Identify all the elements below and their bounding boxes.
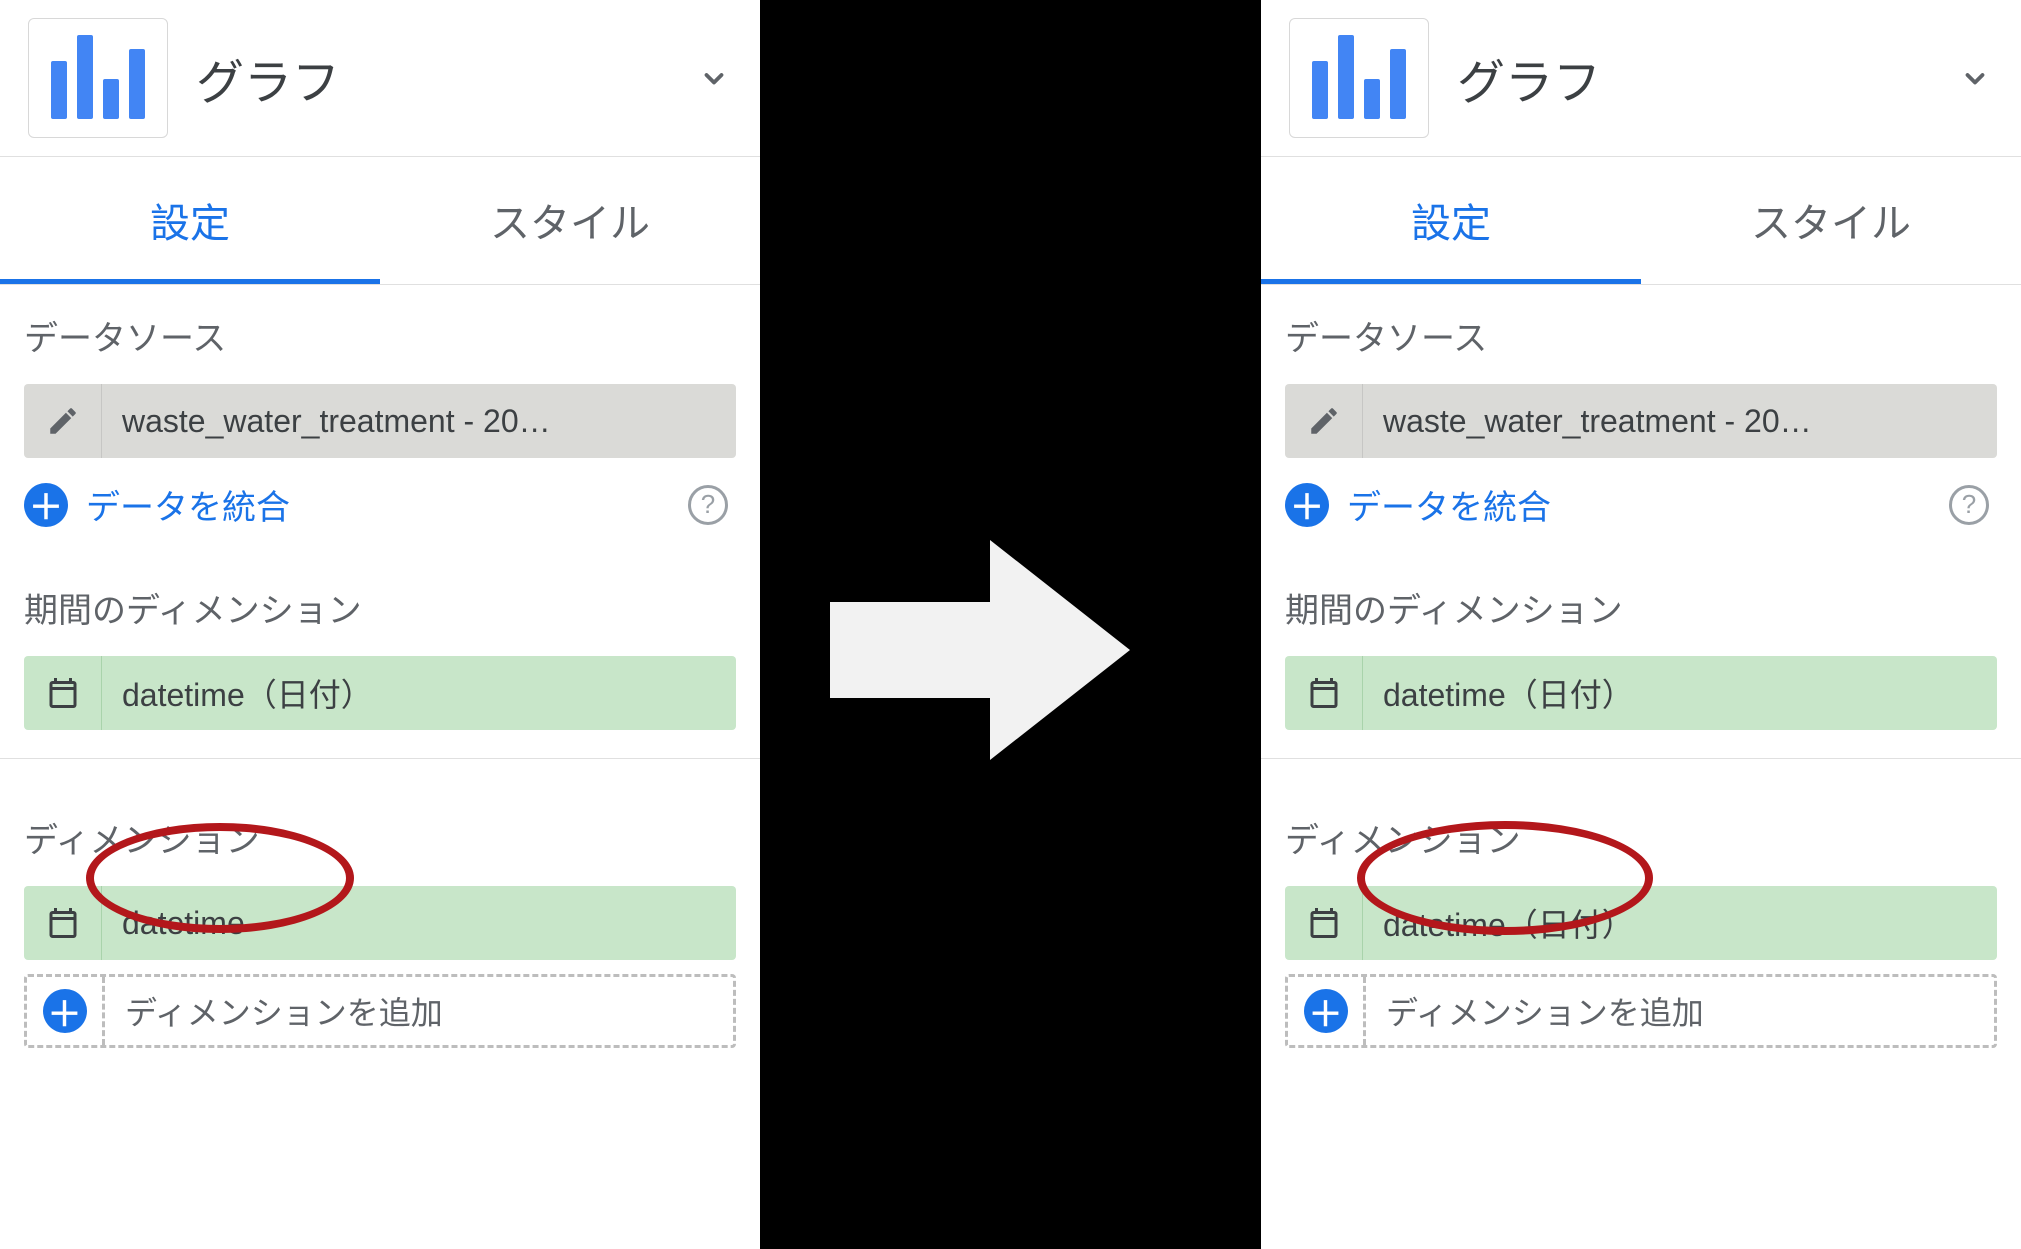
datasource-name: waste_water_treatment - 20… xyxy=(102,384,736,458)
add-dimension-label: ディメンションを追加 xyxy=(105,977,733,1045)
help-icon[interactable]: ? xyxy=(688,485,728,525)
merge-data-link[interactable]: データを統合 xyxy=(1347,480,1931,529)
chevron-down-icon[interactable] xyxy=(692,56,736,100)
datasource-name: waste_water_treatment - 20… xyxy=(1363,384,1997,458)
tabs: 設定 スタイル xyxy=(1261,157,2021,285)
tab-style[interactable]: スタイル xyxy=(1641,157,2021,284)
settings-panel-before: グラフ 設定 スタイル データソース waste_water_treatment… xyxy=(0,0,760,1249)
date-dimension-section: 期間のディメンション datetime（日付） xyxy=(1261,529,2021,759)
datasource-label: データソース xyxy=(24,311,736,360)
dimension-label: ディメンション xyxy=(24,813,736,862)
calendar-icon xyxy=(24,656,102,730)
dimension-section: ディメンション datetime（日付） ＋ ディメンションを追加 xyxy=(1261,759,2021,1048)
chart-type-icon[interactable] xyxy=(1289,18,1429,138)
bar-icon-bar xyxy=(1338,35,1354,119)
chart-type-icon[interactable] xyxy=(28,18,168,138)
pencil-icon[interactable] xyxy=(24,384,102,458)
date-dimension-field[interactable]: datetime（日付） xyxy=(24,656,736,730)
bar-icon-bar xyxy=(1364,79,1380,119)
plus-icon: ＋ xyxy=(27,977,105,1045)
pencil-icon[interactable] xyxy=(1285,384,1363,458)
panel-header: グラフ xyxy=(0,0,760,157)
calendar-icon xyxy=(24,886,102,960)
plus-icon: ＋ xyxy=(1288,977,1366,1045)
merge-data-row: ＋ データを統合 ? xyxy=(24,480,736,529)
plus-icon[interactable]: ＋ xyxy=(24,483,68,527)
dimension-field-name: datetime（日付） xyxy=(1363,886,1997,960)
bar-icon-bar xyxy=(1312,61,1328,119)
panel-title: グラフ xyxy=(196,43,692,113)
date-dimension-field-name: datetime（日付） xyxy=(102,656,736,730)
plus-icon[interactable]: ＋ xyxy=(1285,483,1329,527)
transition-arrow-icon xyxy=(830,540,1130,760)
date-dimension-field-name: datetime（日付） xyxy=(1363,656,1997,730)
datasource-chip[interactable]: waste_water_treatment - 20… xyxy=(24,384,736,458)
dimension-field-name: datetime xyxy=(102,886,736,960)
help-icon[interactable]: ? xyxy=(1949,485,1989,525)
date-dimension-label: 期間のディメンション xyxy=(1285,583,1997,632)
datasource-chip[interactable]: waste_water_treatment - 20… xyxy=(1285,384,1997,458)
calendar-icon xyxy=(1285,886,1363,960)
datasource-label: データソース xyxy=(1285,311,1997,360)
panel-header: グラフ xyxy=(1261,0,2021,157)
tabs: 設定 スタイル xyxy=(0,157,760,285)
merge-data-row: ＋ データを統合 ? xyxy=(1285,480,1997,529)
date-dimension-field[interactable]: datetime（日付） xyxy=(1285,656,1997,730)
panel-title: グラフ xyxy=(1457,43,1953,113)
date-dimension-label: 期間のディメンション xyxy=(24,583,736,632)
merge-data-link[interactable]: データを統合 xyxy=(86,480,670,529)
dimension-label: ディメンション xyxy=(1285,813,1997,862)
bar-icon-bar xyxy=(129,49,145,119)
bar-icon-bar xyxy=(1390,49,1406,119)
add-dimension-button[interactable]: ＋ ディメンションを追加 xyxy=(1285,974,1997,1048)
calendar-icon xyxy=(1285,656,1363,730)
tab-style[interactable]: スタイル xyxy=(380,157,760,284)
bar-icon-bar xyxy=(51,61,67,119)
settings-panel-after: グラフ 設定 スタイル データソース waste_water_treatment… xyxy=(1261,0,2021,1249)
dimension-section: ディメンション datetime ＋ ディメンションを追加 xyxy=(0,759,760,1048)
bar-icon-bar xyxy=(77,35,93,119)
chevron-down-icon[interactable] xyxy=(1953,56,1997,100)
dimension-field[interactable]: datetime xyxy=(24,886,736,960)
tab-settings[interactable]: 設定 xyxy=(1261,157,1641,284)
datasource-section: データソース waste_water_treatment - 20… ＋ データ… xyxy=(1261,285,2021,529)
add-dimension-label: ディメンションを追加 xyxy=(1366,977,1994,1045)
date-dimension-section: 期間のディメンション datetime（日付） xyxy=(0,529,760,759)
bar-icon-bar xyxy=(103,79,119,119)
datasource-section: データソース waste_water_treatment - 20… ＋ データ… xyxy=(0,285,760,529)
dimension-field[interactable]: datetime（日付） xyxy=(1285,886,1997,960)
tab-settings[interactable]: 設定 xyxy=(0,157,380,284)
add-dimension-button[interactable]: ＋ ディメンションを追加 xyxy=(24,974,736,1048)
